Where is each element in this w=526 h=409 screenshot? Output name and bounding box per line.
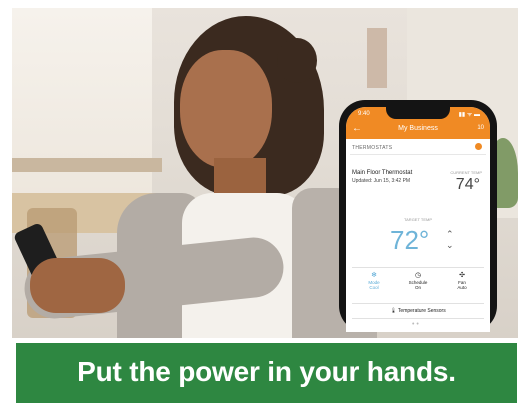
temperature-sensors-button[interactable]: 🌡︎ Temperature Sensors bbox=[352, 303, 484, 319]
app-bar: ← My Business 10 bbox=[346, 121, 490, 139]
fan-value: Auto bbox=[457, 285, 467, 290]
phone-screen: 9:40 ▮▮ ᯤ ▬ ← My Business 10 THERMOSTATS… bbox=[346, 107, 490, 332]
schedule-value: On bbox=[414, 285, 421, 290]
fan-button[interactable]: ✣ Fan Auto bbox=[440, 268, 484, 300]
clock-icon: ◷ bbox=[414, 272, 422, 279]
app-title: My Business bbox=[398, 125, 438, 132]
settings-dot-icon[interactable] bbox=[475, 143, 482, 150]
background-shelf bbox=[12, 158, 162, 172]
headline-banner: Put the power in your hands. bbox=[16, 343, 517, 403]
target-temp-label: TARGET TEMP bbox=[403, 217, 432, 222]
snowflake-icon: ❄ bbox=[371, 272, 377, 279]
ad-frame: 9:40 ▮▮ ᯤ ▬ ← My Business 10 THERMOSTATS… bbox=[0, 0, 526, 409]
woman-hands bbox=[30, 258, 125, 313]
mode-controls: ❄ Mode Cool ◷ Schedule On ✣ Fan Auto bbox=[352, 267, 484, 300]
updated-timestamp: Updated: Jun 15, 3:42 PM bbox=[352, 178, 411, 184]
schedule-button[interactable]: ◷ Schedule On bbox=[396, 268, 440, 300]
page-indicator: • • bbox=[412, 321, 419, 328]
phone-notch bbox=[386, 107, 450, 119]
thermometer-icon: 🌡︎ bbox=[390, 308, 398, 314]
fan-icon: ✣ bbox=[459, 272, 465, 279]
current-temp-value: 74° bbox=[455, 176, 480, 193]
woman-face bbox=[180, 50, 272, 168]
status-time: 9:40 bbox=[358, 111, 370, 117]
phone-mockup: 9:40 ▮▮ ᯤ ▬ ← My Business 10 THERMOSTATS… bbox=[339, 100, 497, 332]
background-art bbox=[367, 28, 387, 88]
mode-value: Cool bbox=[369, 285, 379, 290]
mode-cool-button[interactable]: ❄ Mode Cool bbox=[352, 268, 396, 300]
headline-text: Put the power in your hands. bbox=[77, 356, 456, 387]
woman-hair-bun bbox=[277, 38, 317, 83]
current-temp-label: CURRENT TEMP bbox=[450, 170, 482, 175]
target-temp-value: 72° bbox=[390, 225, 430, 255]
sensors-label: Temperature Sensors bbox=[397, 308, 446, 314]
chevron-up-icon[interactable]: ⌃ bbox=[446, 229, 454, 240]
status-icons: ▮▮ ᯤ ▬ bbox=[458, 112, 480, 118]
chevron-down-icon[interactable]: ⌄ bbox=[446, 240, 454, 251]
app-bar-right-text: 10 bbox=[477, 125, 484, 131]
section-title: THERMOSTATS bbox=[352, 145, 393, 151]
device-name: Main Floor Thermostat bbox=[352, 170, 413, 176]
